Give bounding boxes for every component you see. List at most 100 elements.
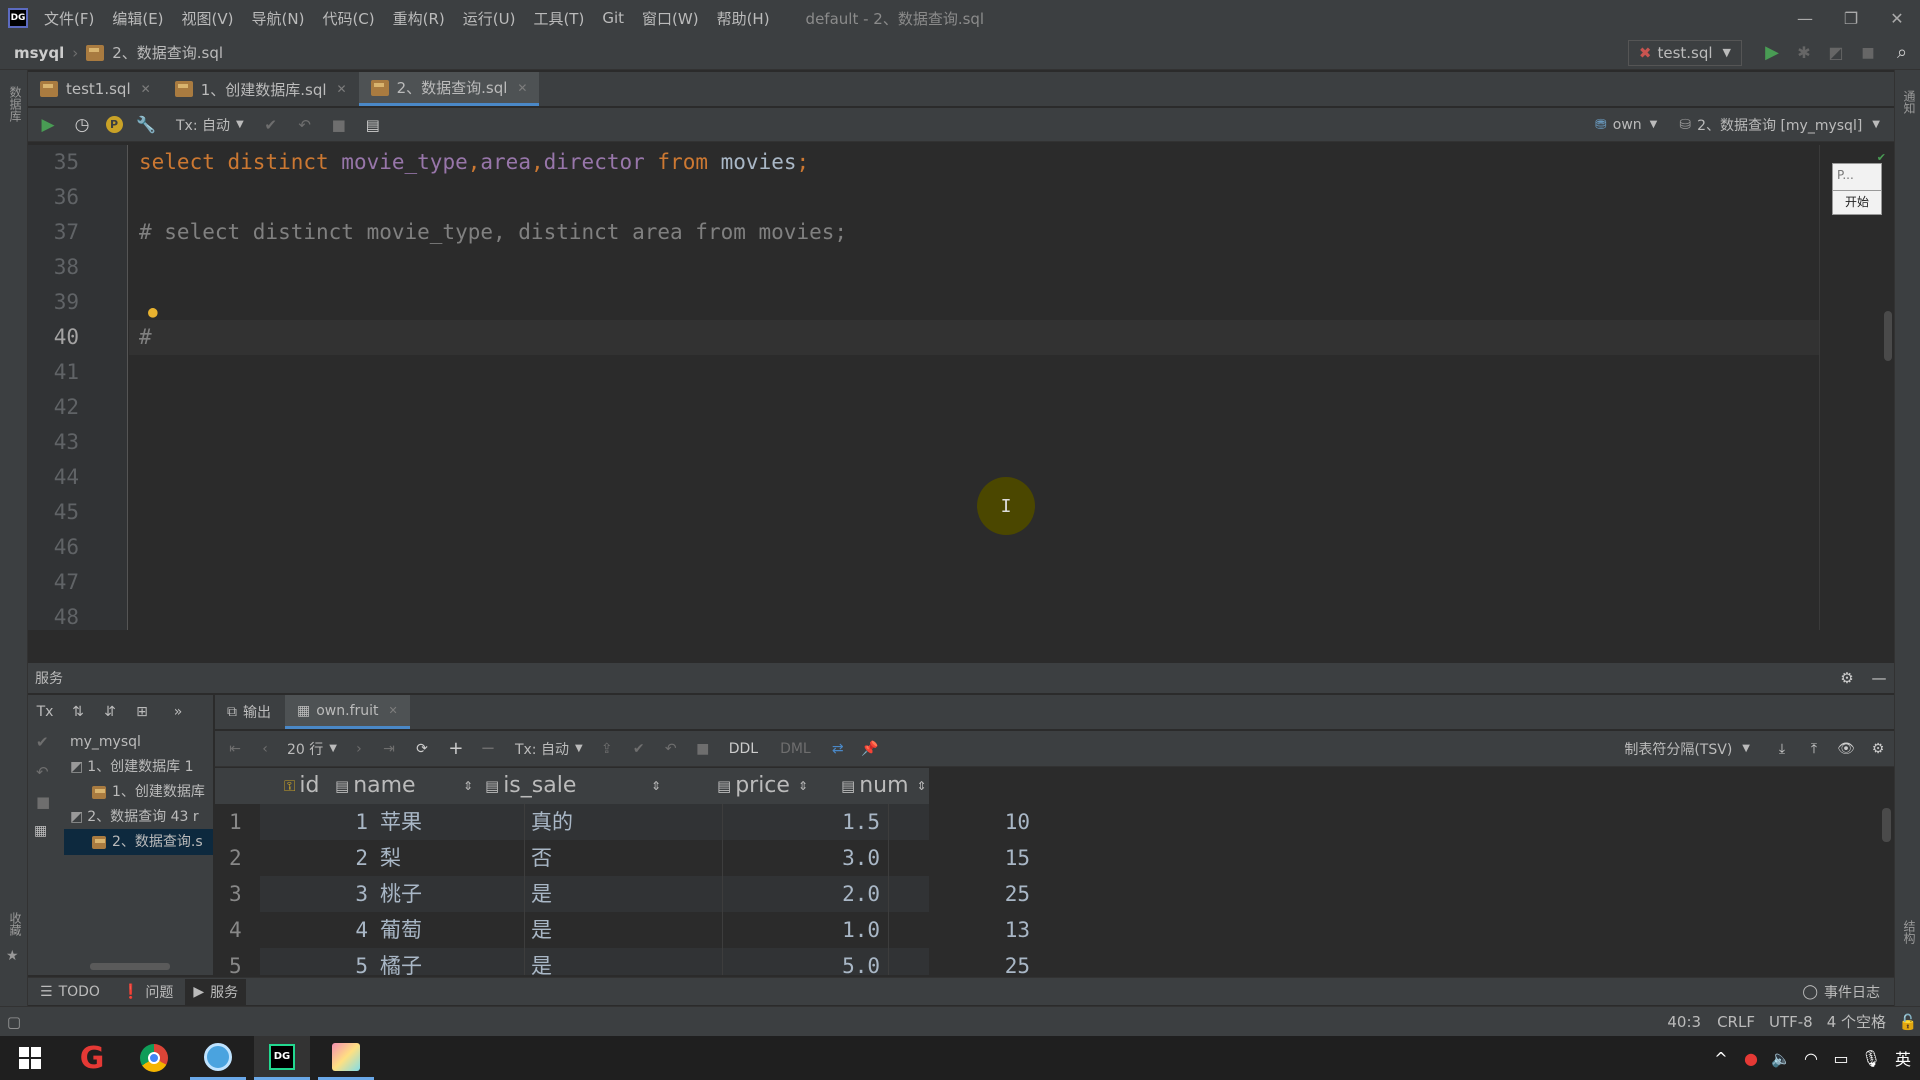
- debug-icon[interactable]: ✱: [1788, 43, 1820, 62]
- hide-panel-icon[interactable]: —: [1864, 669, 1894, 687]
- delete-row-icon[interactable]: −: [473, 738, 503, 759]
- chrome-icon[interactable]: [126, 1036, 182, 1080]
- explain-plan-icon[interactable]: P: [98, 116, 130, 133]
- next-page-icon[interactable]: ›: [345, 741, 373, 757]
- ddl-button[interactable]: DDL: [729, 741, 758, 757]
- wifi-icon[interactable]: ◠: [1796, 1049, 1826, 1068]
- toggle-toolwindows-icon[interactable]: ▢: [0, 1013, 28, 1031]
- cell-num[interactable]: 10: [888, 804, 1030, 840]
- column-header-id[interactable]: ⚿ id ⇕: [260, 768, 338, 804]
- console-selector[interactable]: ⛁ 2、数据查询 [my_mysql] ▼: [1679, 115, 1880, 135]
- commit-icon[interactable]: ✔: [36, 733, 49, 751]
- start-button[interactable]: 开始: [1833, 190, 1881, 214]
- commit-icon[interactable]: ✔: [623, 741, 655, 757]
- column-header-price[interactable]: ▤ price ⇕: [667, 768, 833, 804]
- tree-item-file-create[interactable]: 1、创建数据库: [92, 779, 213, 805]
- gear-icon[interactable]: ⚙: [1862, 741, 1894, 757]
- datagrip-icon[interactable]: DG: [254, 1036, 310, 1080]
- tab-data-query[interactable]: 2、数据查询.sql ✕: [358, 72, 540, 106]
- cell-is-sale[interactable]: 否: [531, 840, 552, 876]
- export-format-selector[interactable]: 制表符分隔(TSV) ▼: [1624, 739, 1750, 759]
- menu-navigate[interactable]: 导航(N): [252, 8, 305, 29]
- stop-icon[interactable]: ■: [687, 741, 719, 757]
- gear-icon[interactable]: ⚙: [1830, 669, 1864, 687]
- menu-run[interactable]: 运行(U): [463, 8, 516, 29]
- add-row-icon[interactable]: +: [439, 738, 473, 759]
- refresh-icon[interactable]: ⟳: [405, 741, 439, 757]
- cell-is-sale[interactable]: 是: [531, 876, 552, 912]
- sql-editor[interactable]: select distinct movie_type,area,director…: [129, 145, 1819, 630]
- rollback-icon[interactable]: ↶: [288, 116, 322, 134]
- todo-tool-button[interactable]: ☰ TODO: [40, 984, 100, 1000]
- tab-output[interactable]: ⧉ 输出: [215, 695, 285, 729]
- cell-price[interactable]: 3.0: [722, 840, 880, 876]
- cell-num[interactable]: 25: [888, 876, 1030, 912]
- sort-icon[interactable]: ⇕: [463, 768, 473, 804]
- line-separator[interactable]: CRLF: [1717, 1013, 1755, 1031]
- notifications-toolwindow-label[interactable]: 通知: [1901, 90, 1918, 114]
- windows-start-icon[interactable]: [0, 1036, 60, 1080]
- menu-view[interactable]: 视图(V): [182, 8, 234, 29]
- favorites-toolwindow-label[interactable]: 收藏: [7, 912, 24, 936]
- cell-id[interactable]: 2: [260, 840, 368, 876]
- cell-id[interactable]: 4: [260, 912, 368, 948]
- menu-help[interactable]: 帮助(H): [717, 8, 770, 29]
- tree-item-file-query-selected[interactable]: 2、数据查询.s: [64, 829, 213, 855]
- run-config-selector[interactable]: ✖ test.sql ▼: [1627, 39, 1742, 66]
- expand-all-icon[interactable]: ⇅: [62, 704, 94, 720]
- tree-horizontal-scrollbar[interactable]: [90, 963, 170, 970]
- cell-name[interactable]: 葡萄: [380, 912, 422, 948]
- download-icon[interactable]: ⤓: [1766, 741, 1798, 757]
- intention-bulb-icon[interactable]: ●: [148, 302, 158, 321]
- breadcrumb-file[interactable]: 2、数据查询.sql: [112, 42, 223, 63]
- tx-icon[interactable]: Tx: [28, 704, 62, 720]
- close-tab-icon[interactable]: ✕: [337, 82, 347, 96]
- cell-name[interactable]: 苹果: [380, 804, 422, 840]
- column-header-name[interactable]: ▤ name ⇕: [327, 768, 479, 804]
- tx-mode-selector[interactable]: Tx: 自动 ▼: [176, 115, 244, 135]
- sort-icon[interactable]: ⇕: [651, 768, 661, 804]
- last-page-icon[interactable]: ⇥: [373, 741, 405, 757]
- cell-num[interactable]: 13: [888, 912, 1030, 948]
- browser-icon[interactable]: [190, 1036, 246, 1080]
- sort-icon[interactable]: ⇕: [917, 768, 927, 804]
- upload-icon[interactable]: ⤒: [1798, 741, 1830, 757]
- cancel-icon[interactable]: ■: [322, 116, 356, 134]
- volume-icon[interactable]: 🔈: [1766, 1049, 1796, 1068]
- database-toolwindow-label[interactable]: 数据库: [7, 86, 24, 122]
- file-encoding[interactable]: UTF-8: [1769, 1013, 1813, 1031]
- close-tab-icon[interactable]: ✕: [517, 81, 527, 95]
- row-number[interactable]: 1: [229, 804, 242, 840]
- coverage-icon[interactable]: ◩: [1820, 43, 1852, 62]
- grid-tx-mode-selector[interactable]: Tx: 自动 ▼: [515, 739, 583, 759]
- menu-tools[interactable]: 工具(T): [533, 8, 584, 29]
- tab-test1[interactable]: test1.sql ✕: [28, 72, 163, 106]
- pin-icon[interactable]: 📌: [855, 741, 885, 757]
- stop-icon[interactable]: ■: [1852, 45, 1884, 61]
- compare-icon[interactable]: ⇄: [821, 741, 855, 757]
- menu-code[interactable]: 代码(C): [322, 8, 374, 29]
- lock-icon[interactable]: 🔓: [1896, 1013, 1920, 1031]
- close-tab-icon[interactable]: ✕: [389, 704, 398, 717]
- output-layout-icon[interactable]: ▤: [356, 116, 390, 134]
- tree-root-connection[interactable]: my_mysql: [70, 729, 213, 755]
- record-icon[interactable]: ●: [1736, 1049, 1766, 1068]
- history-icon[interactable]: ◷: [66, 115, 98, 135]
- cell-id[interactable]: 1: [260, 804, 368, 840]
- menu-window[interactable]: 窗口(W): [642, 8, 699, 29]
- restore-icon[interactable]: ❐: [1828, 0, 1874, 36]
- previous-page-icon[interactable]: ‹: [251, 741, 279, 757]
- breadcrumb-project[interactable]: msyql: [14, 44, 64, 62]
- page-size-selector[interactable]: 20 行 ▼: [287, 739, 337, 759]
- group-icon[interactable]: ⊞: [126, 704, 158, 720]
- execute-icon[interactable]: ▶: [30, 115, 66, 135]
- search-everywhere-icon[interactable]: ⌕: [1884, 42, 1920, 63]
- indent-setting[interactable]: 4 个空格: [1827, 1011, 1886, 1032]
- rollback-icon[interactable]: ↶: [655, 741, 687, 757]
- row-number[interactable]: 4: [229, 912, 242, 948]
- problems-tool-button[interactable]: ❗ 问题: [122, 982, 173, 1002]
- column-header-is-sale[interactable]: ▤ is_sale ⇕: [479, 768, 667, 804]
- cell-price[interactable]: 1.0: [722, 912, 880, 948]
- tab-create-database[interactable]: 1、创建数据库.sql ✕: [163, 72, 359, 106]
- minimize-icon[interactable]: —: [1782, 0, 1828, 36]
